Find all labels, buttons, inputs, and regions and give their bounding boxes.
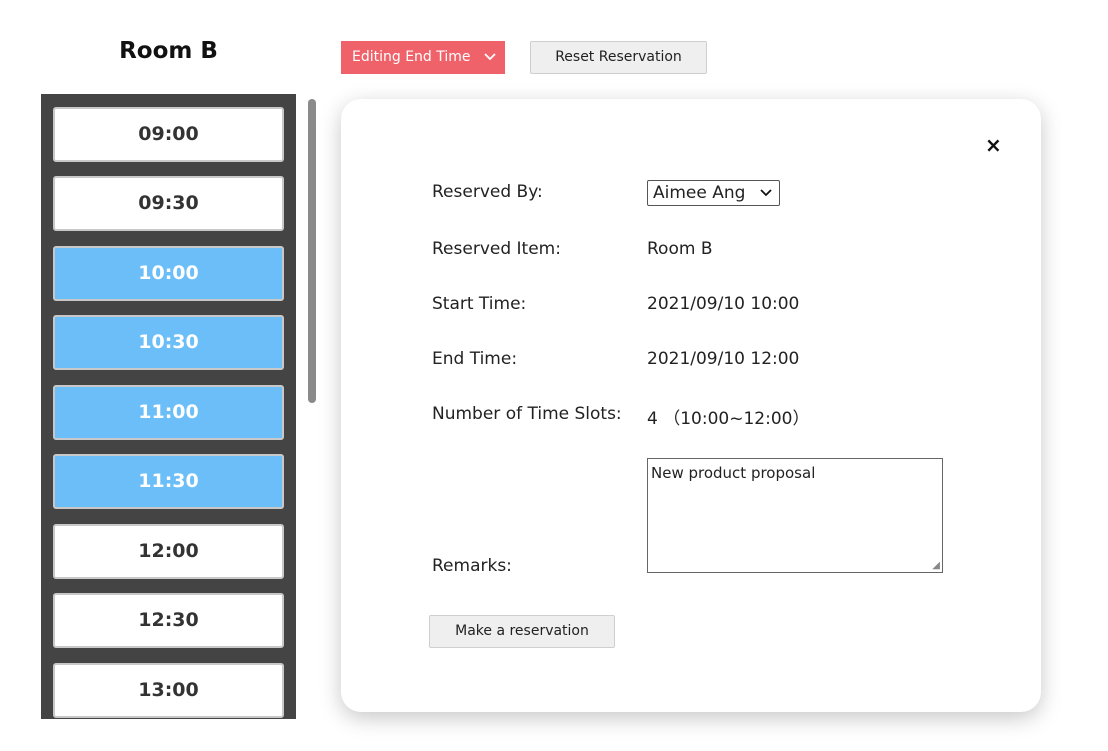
- reserved-item-label: Reserved Item:: [432, 239, 561, 259]
- time-slot-label: 13:00: [138, 679, 199, 701]
- room-title: Room B: [119, 38, 218, 64]
- time-slot-list: 09:00 09:30 10:00 10:30 11:00 11:30 12:0…: [41, 94, 296, 719]
- slot-list-scrollbar[interactable]: [308, 99, 316, 403]
- start-time-label: Start Time:: [432, 294, 527, 314]
- make-reservation-button[interactable]: Make a reservation: [429, 615, 615, 648]
- resize-grip-icon[interactable]: ◢: [932, 560, 940, 571]
- end-time-value: 2021/09/10 12:00: [647, 349, 800, 369]
- time-slot-label: 10:00: [138, 262, 199, 284]
- time-slot[interactable]: 09:00: [53, 107, 284, 162]
- start-time-value: 2021/09/10 10:00: [647, 294, 800, 314]
- chevron-down-icon: [760, 181, 772, 213]
- reservation-dialog: × Reserved By: Aimee Ang Reserved Item: …: [341, 99, 1041, 712]
- time-slot-label: 09:00: [138, 123, 199, 145]
- reserved-by-select[interactable]: Aimee Ang: [647, 180, 780, 206]
- chevron-down-icon: [484, 41, 496, 87]
- time-slot[interactable]: 13:00: [53, 663, 284, 718]
- reserved-by-label: Reserved By:: [432, 182, 543, 202]
- mode-select-label: Editing End Time: [352, 49, 471, 65]
- time-slot-label: 11:30: [138, 470, 199, 492]
- time-slot[interactable]: 12:00: [53, 524, 284, 579]
- mode-select[interactable]: Editing End Time: [341, 41, 505, 74]
- time-slots-value: 4 （10:00~12:00）: [647, 409, 810, 429]
- reserved-item-value: Room B: [647, 239, 713, 259]
- time-slots-label: Number of Time Slots:: [432, 404, 622, 424]
- time-slot[interactable]: 10:30: [53, 315, 284, 370]
- time-slot-label: 11:00: [138, 401, 199, 423]
- reset-reservation-button[interactable]: Reset Reservation: [530, 41, 707, 74]
- remarks-textarea[interactable]: New product proposal ◢: [647, 458, 943, 573]
- time-slot[interactable]: 11:30: [53, 454, 284, 509]
- time-slot[interactable]: 12:30: [53, 593, 284, 648]
- reserved-by-value: Aimee Ang: [653, 183, 746, 203]
- close-icon[interactable]: ×: [985, 133, 1002, 157]
- end-time-label: End Time:: [432, 349, 518, 369]
- remarks-label: Remarks:: [432, 556, 512, 576]
- remarks-text: New product proposal: [651, 464, 816, 482]
- time-slot-label: 12:30: [138, 609, 199, 631]
- time-slot-label: 09:30: [138, 192, 199, 214]
- time-slot[interactable]: 10:00: [53, 246, 284, 301]
- time-slot[interactable]: 11:00: [53, 385, 284, 440]
- time-slot-label: 12:00: [138, 540, 199, 562]
- time-slot-label: 10:30: [138, 331, 199, 353]
- time-slot[interactable]: 09:30: [53, 176, 284, 231]
